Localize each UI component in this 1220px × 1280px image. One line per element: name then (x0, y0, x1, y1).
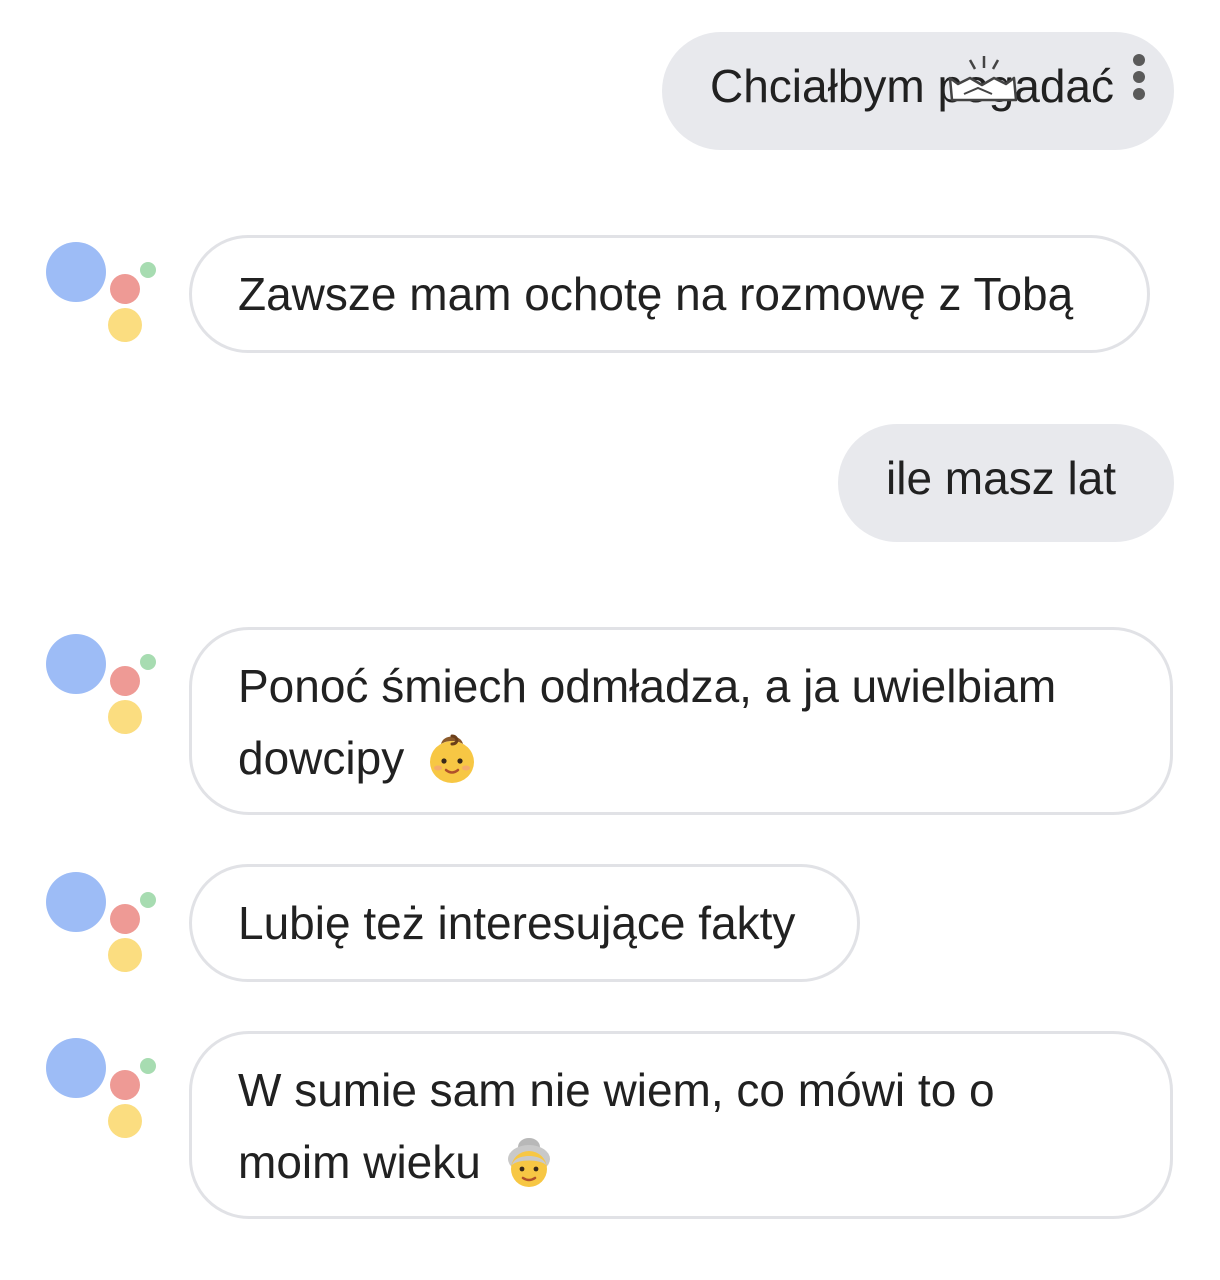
assistant-logo-icon (46, 242, 158, 346)
message-text: Chciałbym pogadać (710, 60, 1115, 112)
crumpled-paper-icon (948, 56, 1018, 102)
logo-dot-green (140, 1058, 156, 1074)
message-text: Lubię też interesujące fakty (238, 897, 796, 949)
message-text-line-2: moim wieku (238, 1136, 481, 1188)
logo-dot-blue (46, 1038, 106, 1098)
message-text-line-1: W sumie sam nie wiem, co mówi to o (238, 1064, 995, 1116)
logo-dot-red (110, 904, 140, 934)
logo-dot-green (140, 654, 156, 670)
message-text: Zawsze mam ochotę na rozmowę z Tobą (238, 268, 1074, 320)
message-line-2: moim wieku (238, 1126, 1124, 1198)
older-woman-icon (507, 1137, 550, 1187)
logo-dot-red (110, 1070, 140, 1100)
user-message-bubble: ile masz lat (838, 424, 1174, 542)
assistant-message-bubble: Zawsze mam ochotę na rozmowę z Tobą (189, 235, 1150, 353)
assistant-message-bubble: Ponoć śmiech odmładza, a ja uwielbiam do… (189, 627, 1173, 815)
logo-dot-blue (46, 872, 106, 932)
message-text-line-1: Ponoć śmiech odmładza, a ja uwielbiam (238, 660, 1057, 712)
logo-dot-blue (46, 242, 106, 302)
assistant-message-bubble: W sumie sam nie wiem, co mówi to o moim … (189, 1031, 1173, 1219)
logo-dot-green (140, 892, 156, 908)
logo-dot-yellow (108, 308, 142, 342)
logo-dot-blue (46, 634, 106, 694)
user-message-bubble: Chciałbym pogadać (662, 32, 1174, 150)
logo-dot-red (110, 274, 140, 304)
logo-dot-yellow (108, 1104, 142, 1138)
more-vertical-icon[interactable] (1132, 54, 1146, 100)
message-line-2: dowcipy (238, 722, 1124, 794)
assistant-logo-icon (46, 634, 158, 738)
logo-dot-red (110, 666, 140, 696)
assistant-logo-icon (46, 1038, 158, 1142)
logo-dot-green (140, 262, 156, 278)
baby-face-icon (429, 734, 474, 783)
assistant-message-bubble: Lubię też interesujące fakty (189, 864, 860, 982)
message-text-line-2: dowcipy (238, 732, 405, 784)
logo-dot-yellow (108, 700, 142, 734)
assistant-logo-icon (46, 872, 158, 976)
message-text: ile masz lat (886, 452, 1117, 504)
logo-dot-yellow (108, 938, 142, 972)
